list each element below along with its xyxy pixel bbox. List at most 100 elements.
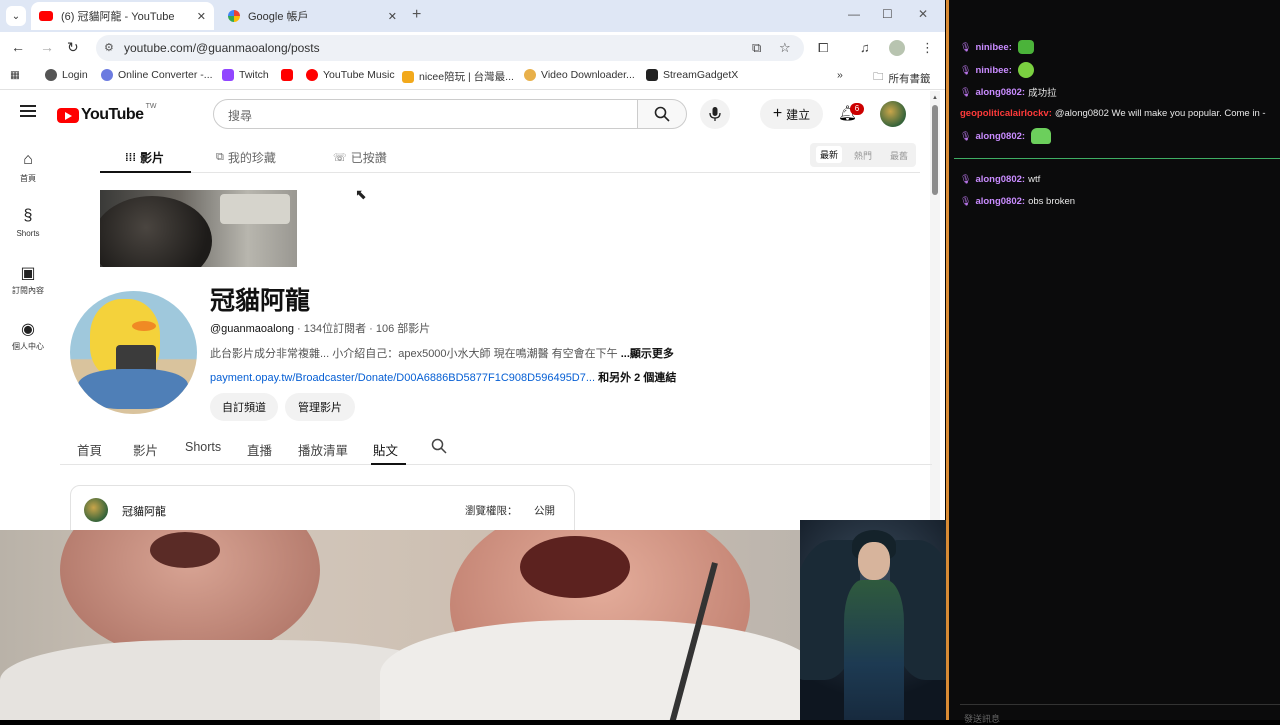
extensions-icon[interactable]: ⧠ <box>818 40 828 56</box>
tab-liked[interactable]: ☏ 已按讚 <box>333 149 387 166</box>
new-tab-icon[interactable]: + <box>412 6 421 24</box>
donate-link[interactable]: payment.opay.tw/Broadcaster/Donate/D00A6… <box>210 372 595 384</box>
chat-divider <box>954 158 1280 159</box>
tab-search-button[interactable]: ⌄ <box>6 6 26 26</box>
apps-grid-icon[interactable]: ▦ <box>10 69 20 81</box>
bookmark-twitch[interactable]: Twitch <box>222 69 269 81</box>
bookmark-nicee[interactable]: nicee陪玩 | 台灣最... <box>402 69 514 84</box>
webcam-shirt-right <box>380 620 800 720</box>
hamburger-menu-icon[interactable] <box>20 105 36 117</box>
art-body <box>844 580 904 720</box>
tab-youtube[interactable]: (6) 冠貓阿龍 - YouTube ✕ <box>31 2 214 30</box>
back-icon[interactable]: ← <box>11 39 25 55</box>
sort-popular[interactable]: 熱門 <box>854 149 872 162</box>
chat-username[interactable]: geopoliticalairlockv: <box>960 108 1052 119</box>
bookmark-streamgadgetx[interactable]: StreamGadgetX <box>646 69 738 81</box>
tab-videos[interactable]: ⁞⁞⁞ 影片 <box>125 149 164 166</box>
bookmark-star-icon[interactable]: ☆ <box>779 40 791 56</box>
search-placeholder: 搜尋 <box>228 109 253 123</box>
chat-username[interactable]: along0802: <box>975 196 1025 207</box>
forward-icon[interactable]: → <box>40 39 54 55</box>
chat-username[interactable]: along0802: <box>975 174 1025 185</box>
subscriptions-icon: ▣ <box>20 265 36 282</box>
bookmark-login[interactable]: Login <box>45 69 88 81</box>
address-bar[interactable]: ⚙ youtube.com/@guanmaoalong/posts ⧉ ☆ <box>96 35 804 61</box>
sidebar-item-label: 首頁 <box>20 174 36 183</box>
tab-label: 影片 <box>140 151 165 165</box>
duck-beak <box>132 321 156 331</box>
tab-videos[interactable]: 影片 <box>133 440 158 459</box>
channel-search-button[interactable] <box>431 438 447 457</box>
tab-home[interactable]: 首頁 <box>77 440 102 459</box>
tab-playlists[interactable]: 播放清單 <box>298 440 348 459</box>
sidebar-item-label: Shorts <box>16 229 40 238</box>
install-app-icon[interactable]: ⧉ <box>752 40 761 56</box>
chat-username[interactable]: along0802: <box>975 87 1025 98</box>
account-avatar[interactable] <box>880 101 906 127</box>
site-info-icon[interactable]: ⚙ <box>104 41 114 54</box>
stream-chat-panel: 🎙︎ ninibee: 🎙︎ ninibee: 🎙︎ along0802: 成功… <box>946 0 1280 724</box>
channel-banner[interactable] <box>100 190 297 267</box>
manage-videos-button[interactable]: 管理影片 <box>285 393 355 421</box>
show-more-link[interactable]: ...顯示更多 <box>621 348 674 360</box>
sidebar-item-home[interactable]: ⌂ 首頁 <box>0 151 56 184</box>
create-button[interactable]: + 建立 <box>760 99 823 129</box>
sidebar-item-label: 訂閱內容 <box>12 286 44 295</box>
youtube-logo[interactable]: YouTube TW <box>57 103 156 124</box>
minimize-icon[interactable]: — <box>848 7 860 21</box>
bookmark-youtube-music[interactable]: YouTube Music <box>306 69 395 81</box>
channel-description[interactable]: 此台影片成分非常複雜... 小介紹自己：apex5000小水大師 現在鳴潮醫 有… <box>210 345 674 361</box>
post-composer-card[interactable]: 冠貓阿龍 瀏覽權限： 公開 <box>70 485 575 530</box>
chat-username[interactable]: ninibee: <box>975 42 1011 53</box>
banner-background-object <box>220 194 290 224</box>
reload-icon[interactable]: ↻ <box>67 39 79 56</box>
chat-text: @along0802 We will make you popular. Com… <box>1054 108 1266 119</box>
green-face-emote-icon <box>1017 40 1034 54</box>
green-blob-emote-icon <box>1017 62 1034 78</box>
tab-label: 我的珍藏 <box>227 151 276 165</box>
chat-message: 🎙︎ along0802: wtf <box>960 174 1040 185</box>
plus-icon: + <box>772 105 783 122</box>
maximize-icon[interactable]: ☐ <box>882 7 893 21</box>
tab-posts[interactable]: 貼文 <box>373 440 398 459</box>
voice-search-button[interactable] <box>700 99 730 129</box>
bookmark-youtube[interactable] <box>281 69 298 81</box>
tab-my-collection[interactable]: ⧉ 我的珍藏 <box>216 149 276 166</box>
chat-username[interactable]: ninibee: <box>975 65 1011 76</box>
browser-menu-icon[interactable]: ⋮ <box>921 40 934 56</box>
sidebar-item-you[interactable]: ◉ 個人中心 <box>0 319 56 352</box>
bookmark-label: nicee陪玩 | 台灣最... <box>419 71 514 83</box>
shorts-icon: § <box>23 207 33 224</box>
browser-toolbar: ← → ↻ ⚙ youtube.com/@guanmaoalong/posts … <box>0 32 945 64</box>
sort-latest[interactable]: 最新 <box>816 146 843 163</box>
all-bookmarks[interactable]: 🗀 所有書籤 <box>873 69 931 87</box>
chat-input[interactable]: 發送訊息 <box>960 704 1280 724</box>
bookmark-label: 所有書籤 <box>888 72 931 85</box>
scroll-up-icon[interactable]: ▲ <box>932 95 938 101</box>
chat-username[interactable]: along0802: <box>975 131 1025 142</box>
search-input[interactable]: 搜尋 <box>213 99 638 129</box>
sidebar-item-subscriptions[interactable]: ▣ 訂閱內容 <box>0 263 56 296</box>
window-close-icon[interactable]: ✕ <box>918 7 928 21</box>
sidebar-item-shorts[interactable]: § Shorts <box>0 207 56 238</box>
tab-google-account[interactable]: Google 帳戶 ✕ <box>220 2 405 30</box>
tab-live[interactable]: 直播 <box>247 440 272 459</box>
channel-avatar[interactable] <box>70 291 197 414</box>
media-controls-icon[interactable]: ♫ <box>860 40 870 55</box>
scrollbar-thumb[interactable] <box>932 105 938 195</box>
customize-channel-button[interactable]: 自訂頻道 <box>210 393 278 421</box>
search-button[interactable] <box>637 99 687 129</box>
tab-shorts[interactable]: Shorts <box>185 440 221 454</box>
close-icon[interactable]: ✕ <box>197 10 206 23</box>
webcam-mouth-right <box>520 536 630 598</box>
bookmark-video-downloader[interactable]: Video Downloader... <box>524 69 635 81</box>
more-bookmarks-icon[interactable]: » <box>837 69 843 81</box>
chat-message: 🎙︎ ninibee: <box>960 40 1034 54</box>
post-author-avatar <box>84 498 108 522</box>
bookmark-online-converter[interactable]: Online Converter -... <box>101 69 213 81</box>
close-icon[interactable]: ✕ <box>388 10 397 23</box>
sort-oldest[interactable]: 最舊 <box>890 149 908 162</box>
more-links[interactable]: 和另外 2 個連結 <box>598 372 676 384</box>
browser-profile-avatar[interactable] <box>889 40 905 56</box>
visibility-dropdown[interactable]: 公開 <box>534 503 555 518</box>
